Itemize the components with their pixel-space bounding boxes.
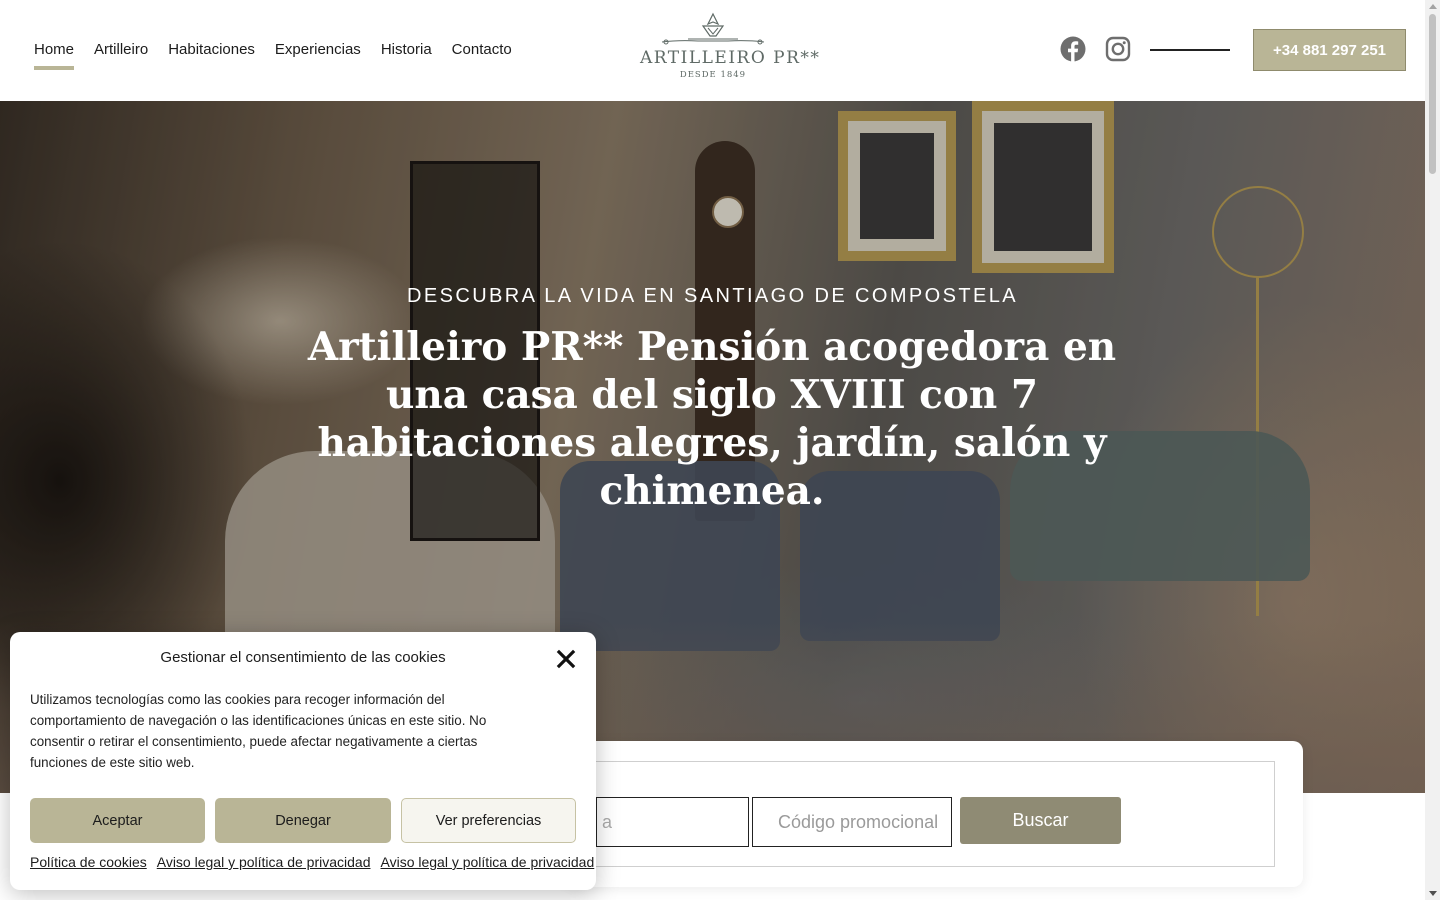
- cookie-consent-dialog: Gestionar el consentimiento de las cooki…: [10, 632, 596, 890]
- promo-code-input[interactable]: Código promocional: [752, 797, 952, 847]
- header-divider: [1150, 49, 1230, 51]
- hero-eyebrow: DESCUBRA LA VIDA EN SANTIAGO DE COMPOSTE…: [407, 285, 1018, 307]
- nav-item-experiencias[interactable]: Experiencias: [275, 40, 361, 68]
- phone-button[interactable]: +34 881 297 251: [1253, 29, 1406, 71]
- nav-item-contacto[interactable]: Contacto: [452, 40, 512, 68]
- nav-item-home[interactable]: Home: [34, 40, 75, 70]
- nav-item-habitaciones[interactable]: Habitaciones: [168, 40, 255, 68]
- legal-privacy-link[interactable]: Aviso legal y política de privacidad: [381, 854, 595, 870]
- site-header: Home Artilleiro Habitaciones Experiencia…: [0, 0, 1425, 101]
- cookie-dialog-text: Utilizamos tecnologías como las cookies …: [30, 692, 487, 770]
- nav-item-historia[interactable]: Historia: [381, 40, 432, 68]
- instagram-icon[interactable]: [1105, 36, 1131, 62]
- logo-name: ARTILLEIRO PR**: [640, 48, 821, 68]
- scrollbar-thumb[interactable]: [1429, 14, 1436, 174]
- booking-widget: a Código promocional Buscar: [565, 741, 1303, 887]
- cookie-dialog-title: Gestionar el consentimiento de las cooki…: [160, 649, 446, 666]
- cookie-links: Política de cookies Aviso legal y políti…: [30, 854, 594, 870]
- hero-title: Artilleiro PR** Pensión acogedora en una…: [307, 324, 1117, 514]
- scroll-up-arrow-icon[interactable]: [1429, 4, 1437, 9]
- scroll-down-arrow-icon[interactable]: [1429, 891, 1437, 896]
- view-preferences-button[interactable]: Ver preferencias: [401, 798, 576, 843]
- facebook-icon[interactable]: [1060, 36, 1086, 62]
- logo-tagline: DESDE 1849: [679, 70, 747, 80]
- booking-field-text: a: [602, 812, 613, 832]
- deny-cookies-button[interactable]: Denegar: [215, 798, 391, 843]
- logo-emblem-icon: [661, 12, 765, 45]
- nav-item-artilleiro[interactable]: Artilleiro: [94, 40, 148, 68]
- search-button[interactable]: Buscar: [960, 797, 1121, 844]
- close-icon[interactable]: [555, 648, 577, 670]
- booking-field[interactable]: a: [596, 797, 749, 847]
- site-logo[interactable]: ARTILLEIRO PR** DESDE 1849: [640, 12, 821, 90]
- booking-form: a Código promocional Buscar: [585, 761, 1275, 867]
- page-scrollbar[interactable]: [1425, 0, 1440, 900]
- cookie-policy-link[interactable]: Política de cookies: [30, 854, 147, 870]
- main-nav: Home Artilleiro Habitaciones Experiencia…: [34, 40, 512, 70]
- legal-privacy-link[interactable]: Aviso legal y política de privacidad: [157, 854, 371, 870]
- accept-cookies-button[interactable]: Aceptar: [30, 798, 205, 843]
